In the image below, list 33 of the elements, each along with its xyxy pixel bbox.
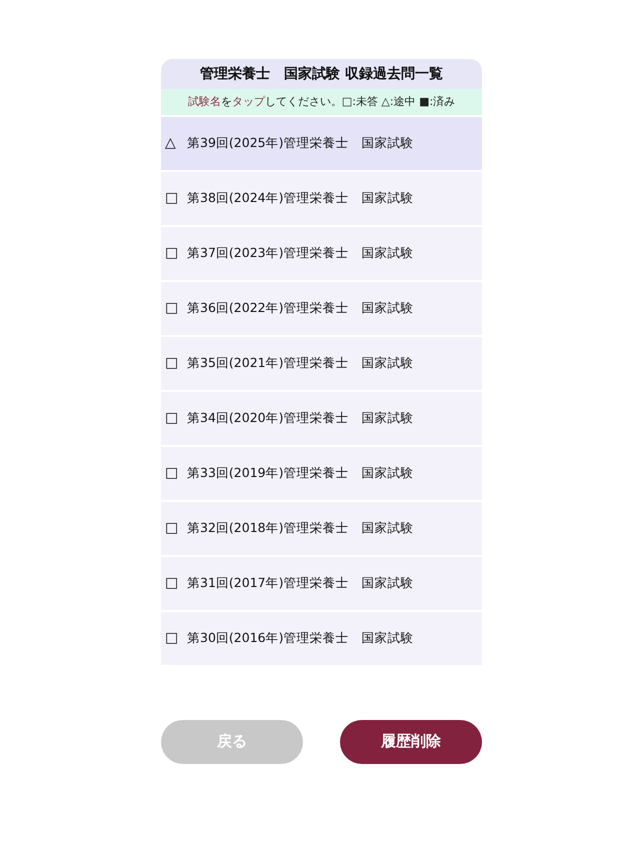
exam-title: 第35回(2021年)管理栄養士 国家試験 [187,354,414,372]
status-marker: △ [165,134,177,152]
exam-title: 第36回(2022年)管理栄養士 国家試験 [187,298,414,317]
instruction-text: 試験名 を タップしてください。□:未答 △:途中 ■:済み [161,89,482,114]
exam-list-item[interactable]: □ 第38回(2024年)管理栄養士 国家試験 [161,172,482,224]
exam-list-item[interactable]: □ 第32回(2018年)管理栄養士 国家試験 [161,502,482,554]
exam-title: 第38回(2024年)管理栄養士 国家試験 [187,188,414,207]
status-marker: □ [165,518,180,538]
exam-title: 第30回(2016年)管理栄養士 国家試験 [187,628,414,647]
status-marker: □ [165,408,180,428]
exam-list-item[interactable]: □ 第30回(2016年)管理栄養士 国家試験 [161,612,482,664]
exam-title: 第39回(2025年)管理栄養士 国家試験 [187,134,414,152]
exam-title: 第34回(2020年)管理栄養士 国家試験 [187,408,414,427]
page-title: 管理栄養士 国家試験 収録過去問一覧 [161,59,482,89]
status-marker: □ [165,298,180,318]
status-marker: □ [165,244,180,262]
exam-list-item[interactable]: △ 第39回(2025年)管理栄養士 国家試験 [161,116,482,170]
status-marker: □ [165,574,180,592]
exam-list-item[interactable]: □ 第35回(2021年)管理栄養士 国家試験 [161,336,482,390]
exam-title: 第32回(2018年)管理栄養士 国家試験 [187,518,414,537]
delete-history-button[interactable]: 履歴削除 [340,720,482,764]
exam-list-item[interactable]: □ 第31回(2017年)管理栄養士 国家試験 [161,556,482,610]
exam-title: 第31回(2017年)管理栄養士 国家試験 [187,574,414,592]
exam-list-item[interactable]: □ 第34回(2020年)管理栄養士 国家試験 [161,392,482,444]
status-marker: □ [165,464,180,482]
status-marker: □ [165,628,180,648]
exam-list-item[interactable]: □ 第37回(2023年)管理栄養士 国家試験 [161,226,482,280]
exam-title: 第37回(2023年)管理栄養士 国家試験 [187,244,414,262]
exam-title: 第33回(2019年)管理栄養士 国家試験 [187,464,414,482]
exam-list-item[interactable]: □ 第33回(2019年)管理栄養士 国家試験 [161,446,482,500]
status-marker: □ [165,188,180,208]
status-marker: □ [165,354,180,372]
exam-list-item[interactable]: □ 第36回(2022年)管理栄養士 国家試験 [161,282,482,334]
